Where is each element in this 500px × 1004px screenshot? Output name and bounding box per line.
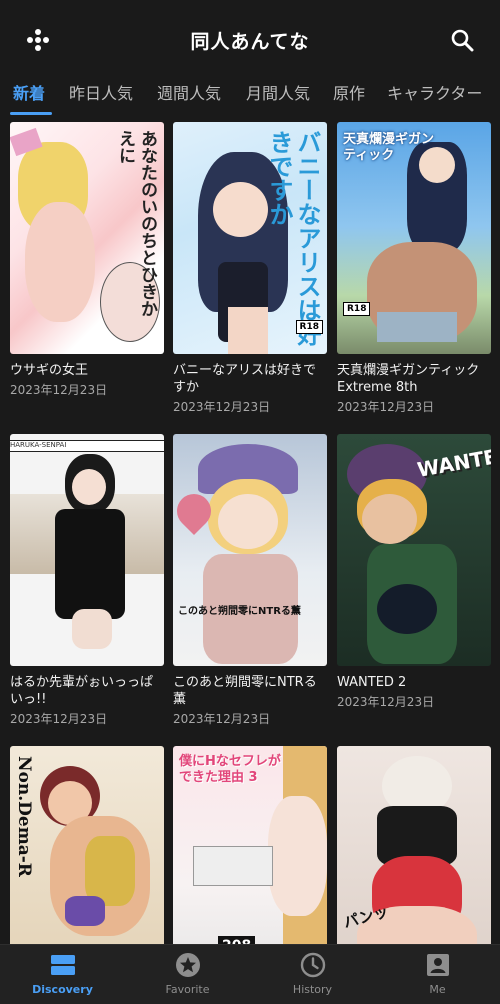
profile-icon xyxy=(426,954,449,976)
cover-text: あなたのいのちとひきかえに xyxy=(115,130,157,317)
work-title: 天真爛漫ギガンティック Extreme 8th xyxy=(337,363,480,395)
work-card[interactable]: あなたのいのちとひきかえに ウサギの女王 2023年12月23日 xyxy=(10,122,164,398)
cover-text: Non.Dema-R xyxy=(14,756,34,877)
nav-me[interactable]: Me xyxy=(375,951,500,996)
work-cover[interactable]: Non.Dema-R xyxy=(10,746,164,944)
cover-text: WANTED2 xyxy=(415,438,491,482)
app-header: 同人あんてな xyxy=(0,0,500,80)
cover-text: 僕にHなセフレができた理由 3 xyxy=(179,754,281,785)
rating-badge: R18 xyxy=(343,302,371,316)
bottom-navigation: Discovery Favorite History Me xyxy=(0,944,500,1004)
tab-yesterday-popular[interactable]: 昨日人気 xyxy=(69,80,133,104)
work-cover[interactable]: 僕にHなセフレができた理由 3 208 xyxy=(173,746,327,944)
work-date: 2023年12月23日 xyxy=(173,712,271,726)
tab-monthly-popular[interactable]: 月間人気 xyxy=(246,80,310,104)
work-card[interactable]: バニーなアリスは好きですか R18 バニーなアリスは好きですか 2023年12月… xyxy=(173,122,327,415)
work-date: 2023年12月23日 xyxy=(173,400,271,414)
star-icon xyxy=(175,953,200,977)
work-cover[interactable]: バニーなアリスは好きですか R18 xyxy=(173,122,327,354)
work-title: このあと朔間零にNTRる薫 xyxy=(173,675,317,707)
work-card[interactable]: 僕にHなセフレができた理由 3 208 xyxy=(173,746,327,944)
work-date: 2023年12月23日 xyxy=(10,712,108,726)
nav-label: Discovery xyxy=(32,983,93,996)
clock-icon xyxy=(300,952,325,978)
category-tabs: 新着 昨日人気 週間人気 月間人気 原作 キャラクター xyxy=(0,72,500,116)
work-card[interactable]: Non.Dema-R xyxy=(10,746,164,944)
tab-weekly-popular[interactable]: 週間人気 xyxy=(157,80,221,104)
app-title: 同人あんてな xyxy=(190,31,310,53)
work-title: ウサギの女王 xyxy=(10,363,89,378)
work-title: WANTED 2 xyxy=(337,675,407,690)
work-card[interactable]: パンッ xyxy=(337,746,491,944)
nav-label: Me xyxy=(429,983,446,996)
work-card[interactable]: このあと朔間零にNTRる薫 このあと朔間零にNTRる薫 2023年12月23日 xyxy=(173,434,327,727)
work-card[interactable]: HARUKA-SENPAI はるか先輩がぉいっっぱいっ!! 2023年12月23… xyxy=(10,434,164,727)
cover-text: HARUKA-SENPAI xyxy=(10,440,164,452)
work-date: 2023年12月23日 xyxy=(10,383,108,397)
nav-label: History xyxy=(292,983,333,996)
cover-text: バニーなアリスは好きですか xyxy=(265,130,321,346)
work-date: 2023年12月23日 xyxy=(337,695,435,709)
rating-badge: R18 xyxy=(295,320,323,334)
work-cover[interactable]: パンッ xyxy=(337,746,491,944)
work-card[interactable]: WANTED2 WANTED 2 2023年12月23日 xyxy=(337,434,491,710)
cover-text: このあと朔間零にNTRる薫 xyxy=(178,606,301,617)
search-icon xyxy=(451,29,474,52)
active-tab-indicator xyxy=(10,112,52,115)
works-grid: あなたのいのちとひきかえに ウサギの女王 2023年12月23日 バニーなアリス… xyxy=(0,122,500,944)
tab-new[interactable]: 新着 xyxy=(13,80,45,104)
nav-favorite[interactable]: Favorite xyxy=(125,951,250,996)
nav-history[interactable]: History xyxy=(250,951,375,996)
nav-label: Favorite xyxy=(165,983,210,996)
cover-text: 天真爛漫ギガンティック xyxy=(343,132,435,163)
tab-original[interactable]: 原作 xyxy=(333,80,365,104)
work-title: はるか先輩がぉいっっぱいっ!! xyxy=(10,675,154,707)
work-cover[interactable]: このあと朔間零にNTRる薫 xyxy=(173,434,327,666)
discovery-icon xyxy=(50,955,75,975)
work-cover[interactable]: HARUKA-SENPAI xyxy=(10,434,164,666)
page-count-badge: 208 xyxy=(218,936,256,944)
work-date: 2023年12月23日 xyxy=(337,400,435,414)
work-cover[interactable]: あなたのいのちとひきかえに xyxy=(10,122,164,354)
work-title: バニーなアリスは好きですか xyxy=(173,363,317,395)
tab-character[interactable]: キャラクター xyxy=(387,80,482,104)
nav-discovery[interactable]: Discovery xyxy=(0,951,125,996)
search-button[interactable] xyxy=(446,24,478,56)
work-cover[interactable]: 天真爛漫ギガンティック R18 xyxy=(337,122,491,354)
work-cover[interactable]: WANTED2 xyxy=(337,434,491,666)
work-card[interactable]: 天真爛漫ギガンティック R18 天真爛漫ギガンティック Extreme 8th … xyxy=(337,122,491,415)
